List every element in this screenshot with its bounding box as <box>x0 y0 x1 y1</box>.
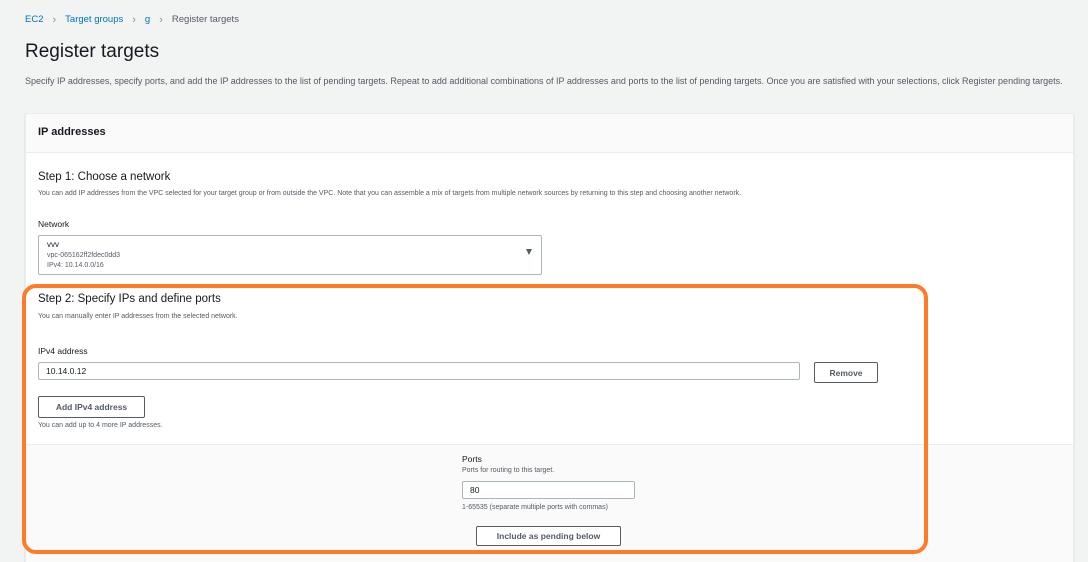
ports-hint: 1-65535 (separate multiple ports with co… <box>462 504 608 511</box>
step1-title: Step 1: Choose a network <box>38 171 171 183</box>
add-ipv4-hint: You can add up to 4 more IP addresses. <box>38 422 163 429</box>
ipv4-address-input[interactable]: 10.14.0.12 <box>38 362 800 380</box>
register-targets-page: EC2 › Target groups › g › Register targe… <box>0 0 1088 562</box>
panel-title: IP addresses <box>38 126 106 138</box>
chevron-right-icon: › <box>159 13 163 26</box>
ports-input[interactable]: 80 <box>462 481 635 499</box>
breadcrumb: EC2 › Target groups › g › Register targe… <box>25 14 239 25</box>
breadcrumb-current: Register targets <box>171 14 239 25</box>
chevron-right-icon: › <box>132 13 136 26</box>
network-label: Network <box>38 219 70 229</box>
page-description: Specify IP addresses, specify ports, and… <box>25 76 1063 86</box>
breadcrumb-target-groups[interactable]: Target groups <box>65 14 123 25</box>
page-title: Register targets <box>25 41 160 62</box>
breadcrumb-ec2[interactable]: EC2 <box>25 14 43 25</box>
include-as-pending-button[interactable]: Include as pending below <box>476 526 621 546</box>
add-ipv4-address-button[interactable]: Add IPv4 address <box>38 396 145 418</box>
ports-label: Ports <box>462 454 482 464</box>
breadcrumb-target-group-g[interactable]: g <box>145 14 150 25</box>
network-cidr: IPv4: 10.14.0.0/16 <box>47 262 104 269</box>
step2-description: You can manually enter IP addresses from… <box>38 313 238 320</box>
ipv4-label: IPv4 address <box>38 346 88 356</box>
ports-description: Ports for routing to this target. <box>462 467 555 474</box>
network-select[interactable]: vvv vpc-065162ff2fdec0dd3 IPv4: 10.14.0.… <box>38 235 542 275</box>
step2-title: Step 2: Specify IPs and define ports <box>38 293 221 305</box>
network-vpc-id: vpc-065162ff2fdec0dd3 <box>47 252 121 259</box>
remove-button[interactable]: Remove <box>814 362 878 383</box>
chevron-right-icon: › <box>52 13 57 26</box>
panel-header: IP addresses <box>26 114 1073 153</box>
step1-description: You can add IP addresses from the VPC se… <box>38 190 742 197</box>
caret-down-icon <box>526 249 532 255</box>
network-name: vvv <box>47 240 59 249</box>
ip-addresses-panel: IP addresses Step 1: Choose a network Yo… <box>25 113 1074 562</box>
ports-section: Ports Ports for routing to this target. … <box>26 444 1073 562</box>
